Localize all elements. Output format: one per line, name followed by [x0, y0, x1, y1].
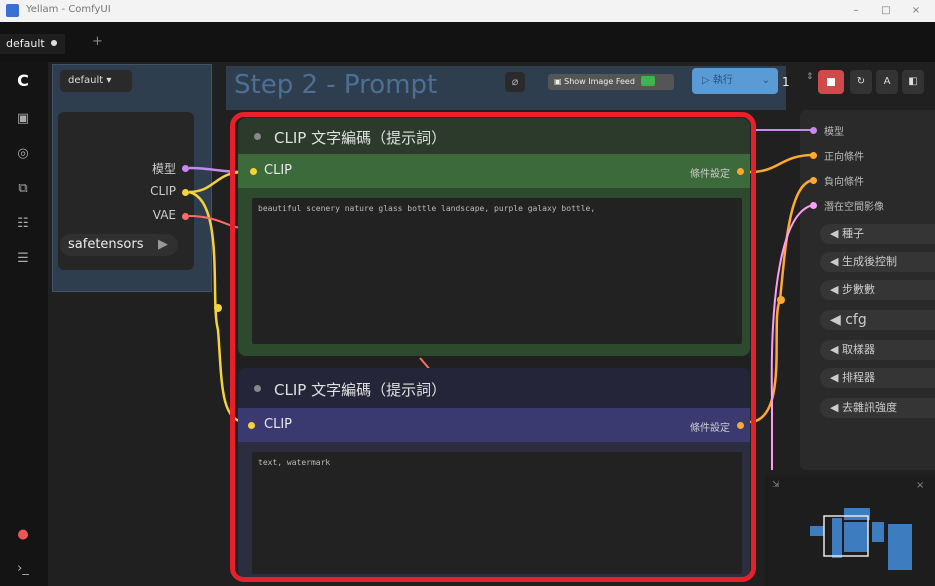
wire-latent-right	[770, 204, 815, 470]
wire-positive	[749, 153, 815, 174]
highlight-box	[230, 112, 756, 582]
reroute-dot[interactable]	[214, 304, 222, 312]
reroute-dot[interactable]	[777, 296, 785, 304]
